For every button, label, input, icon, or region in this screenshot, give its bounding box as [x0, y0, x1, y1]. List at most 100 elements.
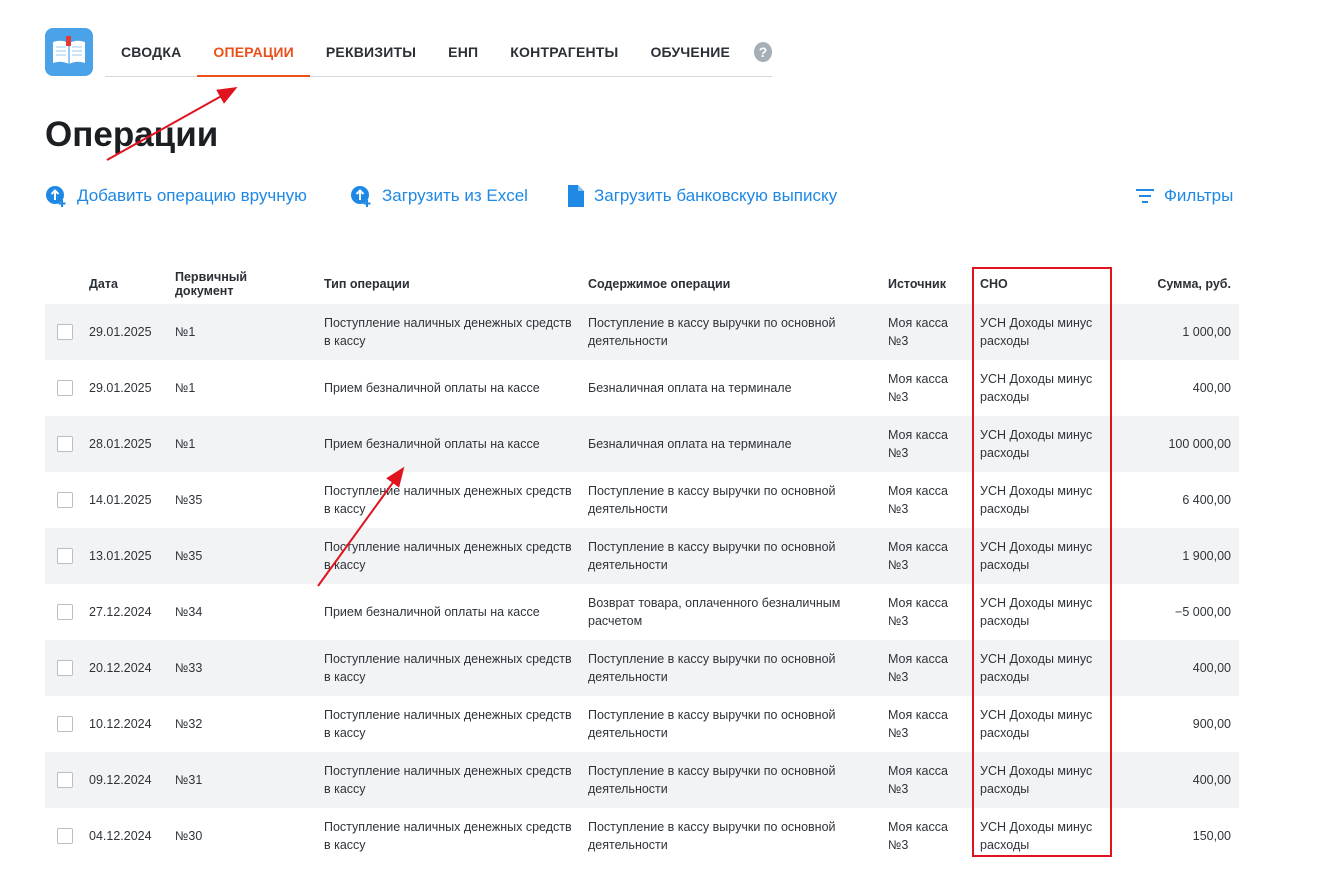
page-title: Операции: [45, 115, 219, 154]
table-row[interactable]: 04.12.2024 №30 Поступление наличных денежн…: [45, 808, 1239, 864]
add-upload-icon: [45, 184, 69, 208]
cell-operation-type: Прием безналичной оплаты на кассе: [324, 605, 540, 619]
row-select-cell: [45, 808, 81, 864]
cell-source: Моя касса №3: [888, 372, 948, 404]
header-tax-system[interactable]: СНО: [972, 264, 1112, 304]
cell-source: Моя касса №3: [888, 708, 948, 740]
nav-tab-summary[interactable]: СВОДКА: [105, 28, 197, 76]
cell-amount: 400,00: [1192, 773, 1231, 787]
add-operation-manual-label: Добавить операцию вручную: [77, 186, 307, 205]
filters-button[interactable]: Фильтры: [1134, 184, 1233, 208]
cell-source: Моя касса №3: [888, 484, 948, 516]
upload-bank-statement-button[interactable]: Загрузить банковскую выписку: [566, 184, 837, 208]
help-icon[interactable]: ?: [754, 42, 772, 62]
row-checkbox[interactable]: [57, 716, 73, 732]
book-icon: [53, 36, 85, 64]
row-checkbox[interactable]: [57, 380, 73, 396]
cell-tax-system: УСН Доходы минус расходы: [980, 820, 1093, 852]
header-primary-document[interactable]: Первичный документ: [167, 264, 316, 304]
cell-primary-document: №35: [175, 493, 203, 507]
cell-source: Моя касса №3: [888, 820, 948, 852]
cell-primary-document: №34: [175, 605, 203, 619]
cell-date: 29.01.2025: [89, 381, 152, 395]
nav-tab-counterparties[interactable]: КОНТРАГЕНТЫ: [494, 28, 634, 76]
row-checkbox[interactable]: [57, 492, 73, 508]
filters-label: Фильтры: [1164, 186, 1234, 205]
cell-primary-document: №1: [175, 381, 196, 395]
row-select-cell: [45, 584, 81, 640]
cell-primary-document: №1: [175, 437, 196, 451]
add-operation-manual-button[interactable]: Добавить операцию вручную: [45, 184, 307, 208]
cell-tax-system: УСН Доходы минус расходы: [980, 316, 1093, 348]
cell-tax-system: УСН Доходы минус расходы: [980, 596, 1093, 628]
nav-tab-learning[interactable]: ОБУЧЕНИЕ: [634, 28, 746, 76]
table-row[interactable]: 29.01.2025 №1 Прием безналичной оплаты на …: [45, 360, 1239, 416]
document-icon: [566, 184, 586, 208]
cell-source: Моя касса №3: [888, 596, 948, 628]
filter-icon: [1134, 187, 1156, 205]
cell-operation-content: Поступление в кассу выручки по основной …: [588, 764, 836, 796]
app-logo[interactable]: [45, 28, 93, 76]
row-checkbox[interactable]: [57, 660, 73, 676]
row-select-cell: [45, 752, 81, 808]
table-row[interactable]: 09.12.2024 №31 Поступление наличных денежн…: [45, 752, 1239, 808]
cell-amount: 400,00: [1192, 661, 1231, 675]
table-row[interactable]: 28.01.2025 №1 Прием безналичной оплаты на …: [45, 416, 1239, 472]
cell-tax-system: УСН Доходы минус расходы: [980, 372, 1093, 404]
row-select-cell: [45, 472, 81, 528]
nav-tab-enp[interactable]: ЕНП: [432, 28, 494, 76]
cell-operation-type: Поступление наличных денежных средств в …: [324, 764, 572, 796]
cell-operation-content: Безналичная оплата на терминале: [588, 437, 792, 451]
header-date[interactable]: Дата: [81, 264, 167, 304]
table-row[interactable]: 20.12.2024 №33 Поступление наличных денежн…: [45, 640, 1239, 696]
row-select-cell: [45, 696, 81, 752]
table-row[interactable]: 13.01.2025 №35 Поступление наличных денежн…: [45, 528, 1239, 584]
row-checkbox[interactable]: [57, 436, 73, 452]
table-row[interactable]: 10.12.2024 №32 Поступление наличных денежн…: [45, 696, 1239, 752]
row-select-cell: [45, 304, 81, 360]
nav-tab-operations[interactable]: ОПЕРАЦИИ: [197, 28, 311, 77]
cell-operation-type: Поступление наличных денежных средств в …: [324, 316, 572, 348]
cell-source: Моя касса №3: [888, 540, 948, 572]
row-checkbox[interactable]: [57, 828, 73, 844]
cell-tax-system: УСН Доходы минус расходы: [980, 428, 1093, 460]
table-header-row: Дата Первичный документ Тип операции Сод…: [45, 264, 1239, 304]
cell-source: Моя касса №3: [888, 764, 948, 796]
row-checkbox[interactable]: [57, 324, 73, 340]
cell-operation-type: Поступление наличных денежных средств в …: [324, 708, 572, 740]
row-select-cell: [45, 416, 81, 472]
cell-amount: 400,00: [1192, 381, 1231, 395]
cell-operation-content: Поступление в кассу выручки по основной …: [588, 820, 836, 852]
table-row[interactable]: 29.01.2025 №1 Поступление наличных денежны…: [45, 304, 1239, 360]
header-source[interactable]: Источник: [880, 264, 972, 304]
cell-operation-content: Возврат товара, оплаченного безналичным …: [588, 596, 841, 628]
cell-source: Моя касса №3: [888, 652, 948, 684]
cell-primary-document: №30: [175, 829, 203, 843]
cell-operation-type: Поступление наличных денежных средств в …: [324, 484, 572, 516]
cell-date: 09.12.2024: [89, 773, 152, 787]
nav-tab-requisites[interactable]: РЕКВИЗИТЫ: [310, 28, 432, 76]
cell-amount: 900,00: [1192, 717, 1231, 731]
cell-amount: 100 000,00: [1168, 437, 1231, 451]
header-amount[interactable]: Сумма, руб.: [1112, 264, 1239, 304]
cell-tax-system: УСН Доходы минус расходы: [980, 484, 1093, 516]
row-checkbox[interactable]: [57, 548, 73, 564]
cell-tax-system: УСН Доходы минус расходы: [980, 764, 1093, 796]
cell-primary-document: №33: [175, 661, 203, 675]
cell-primary-document: №32: [175, 717, 203, 731]
upload-excel-button[interactable]: Загрузить из Excel: [350, 184, 528, 208]
header-operation-type[interactable]: Тип операции: [316, 264, 580, 304]
cell-operation-type: Прием безналичной оплаты на кассе: [324, 381, 540, 395]
header-operation-content[interactable]: Содержимое операции: [580, 264, 880, 304]
row-select-cell: [45, 528, 81, 584]
operations-table: Дата Первичный документ Тип операции Сод…: [45, 264, 1239, 864]
cell-operation-content: Поступление в кассу выручки по основной …: [588, 540, 836, 572]
cell-amount: 1 000,00: [1182, 325, 1231, 339]
upload-excel-label: Загрузить из Excel: [382, 186, 528, 205]
cell-source: Моя касса №3: [888, 316, 948, 348]
table-row[interactable]: 14.01.2025 №35 Поступление наличных денежн…: [45, 472, 1239, 528]
table-row[interactable]: 27.12.2024 №34 Прием безналичной оплаты на…: [45, 584, 1239, 640]
row-checkbox[interactable]: [57, 604, 73, 620]
cell-operation-content: Поступление в кассу выручки по основной …: [588, 484, 836, 516]
row-checkbox[interactable]: [57, 772, 73, 788]
